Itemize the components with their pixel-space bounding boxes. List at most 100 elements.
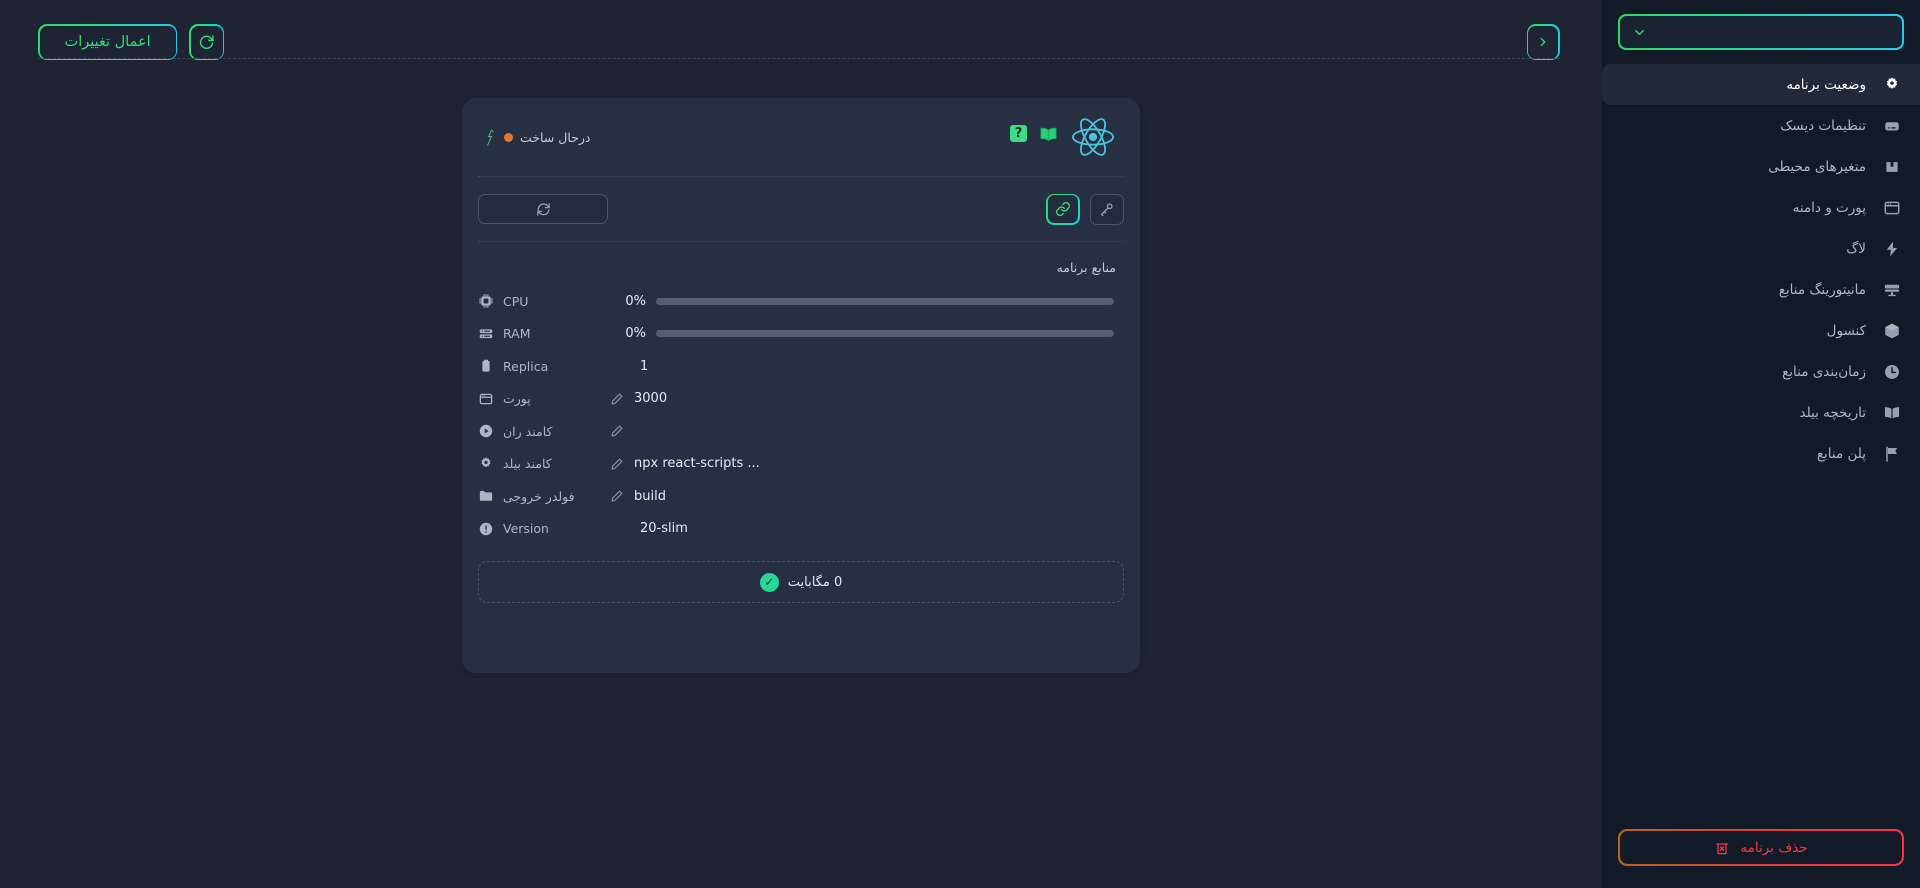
browser-icon [1882,198,1901,217]
apply-changes-button[interactable]: اعمال تغییرات [38,24,178,61]
resource-value-group: 20-slim [610,521,1124,536]
check-circle-icon: ✓ [759,572,779,592]
resource-value-group: npx react-scripts ... [610,456,1124,471]
resource-value: 1 [640,358,649,374]
resource-label-group: Replica [478,358,610,374]
replica-icon [478,358,494,374]
resource-row: 0% CPU [478,285,1124,318]
resource-row: کامند ران [478,415,1124,448]
folder-icon [478,488,494,504]
sidebar-item-label: تاریخچه بیلد [1799,404,1867,421]
build-spark-icon [484,128,497,147]
open-book-icon[interactable] [1039,126,1058,141]
branch-select[interactable] [478,194,608,224]
sidebar: وضعیت برنامه تنظیمات دیسک متغیرهای محیطی پو… [1602,0,1920,888]
edit-icon[interactable] [610,489,624,503]
resource-value-group: build [610,489,1124,504]
sidebar-item-9[interactable]: پلن منابع [1602,433,1920,474]
gear-icon [1882,75,1901,94]
sidebar-nav: وضعیت برنامه تنظیمات دیسک متغیرهای محیطی پو… [1602,64,1920,829]
resource-value-group [610,424,1124,438]
resource-row: 20-slim Version [478,513,1124,546]
question-mark-icon[interactable]: ? [1010,125,1027,142]
app-screen: اعمال تغییرات ? درحال ساخت منابع برنامه … [0,0,1920,888]
resource-label-group: Version [478,521,610,537]
sidebar-item-label: متغیرهای محیطی [1768,158,1866,175]
ram-icon [478,326,494,342]
toolbar-left-group: اعمال تغییرات [38,24,225,61]
monitor-icon [1882,280,1901,299]
refresh-icon [198,34,215,51]
app-selector-dropdown[interactable] [1618,14,1904,50]
toolbar-right-group [1526,24,1560,61]
edit-icon[interactable] [610,392,624,406]
next-panel-button[interactable] [1526,24,1560,61]
resource-progress-bar [656,330,1114,338]
resource-label: کامند ران [503,423,553,439]
sidebar-item-label: لاگ [1846,240,1866,257]
resource-label: فولدر خروجی [503,488,575,504]
delete-app-label: حذف برنامه [1740,839,1808,856]
resource-progress-bar [656,297,1114,305]
top-toolbar: اعمال تغییرات [0,0,1602,86]
play-icon [478,423,494,439]
clock-icon [1882,362,1901,381]
sidebar-item-label: مانیتورینگ منابع [1778,281,1866,298]
app-status-card: ? درحال ساخت منابع برنامه 0% CPU 0% RAM … [462,98,1140,673]
sidebar-item-5[interactable]: مانیتورینگ منابع [1602,269,1920,310]
card-action-buttons [1046,193,1124,225]
sidebar-item-label: کنسول [1826,322,1866,339]
sidebar-item-7[interactable]: زمان‌بندی منابع [1602,351,1920,392]
card-actions [462,177,1140,241]
book-icon [1882,403,1901,422]
cube-icon [1882,321,1901,340]
refresh-button[interactable] [189,24,225,61]
chevron-right-icon [1536,35,1550,49]
sidebar-item-4[interactable]: لاگ [1602,228,1920,269]
info-icon [478,521,494,537]
sidebar-item-6[interactable]: کنسول [1602,310,1920,351]
build-status-label: درحال ساخت [520,130,591,145]
flag-icon [1882,444,1901,463]
key-icon [1099,201,1115,217]
resource-value-group: 0% [610,326,1124,341]
link-button[interactable] [1046,193,1080,225]
resource-row: build فولدر خروجی [478,480,1124,513]
resource-label: پورت [503,391,531,407]
resources-rows: 0% CPU 0% RAM 1 Replica 3000 پورت کامند ران npx r… [478,285,1124,545]
apply-changes-label: اعمال تغییرات [39,25,176,59]
link-icon [1055,201,1071,217]
resource-label-group: CPU [478,293,610,309]
key-button[interactable] [1090,193,1124,225]
resource-percent: 0% [625,326,646,342]
card-header: ? درحال ساخت [462,98,1140,176]
resource-label-group: کامند بیلد [478,456,610,472]
refresh-icon [536,202,551,217]
edit-icon[interactable] [610,457,624,471]
toolbar-divider [38,58,1560,59]
sidebar-item-1[interactable]: تنظیمات دیسک [1602,105,1920,146]
build-status-dot [504,133,513,142]
resource-label: CPU [503,293,529,309]
sidebar-top [1602,0,1920,56]
sidebar-item-0[interactable]: وضعیت برنامه [1602,64,1920,105]
resources-section: منابع برنامه 0% CPU 0% RAM 1 Replica 3000 پورت ک… [462,242,1140,545]
sidebar-item-label: پلن منابع [1816,445,1866,462]
sidebar-item-2[interactable]: متغیرهای محیطی [1602,146,1920,187]
port-icon [478,391,494,407]
sidebar-item-label: پورت و دامنه [1792,199,1866,216]
resource-row: 0% RAM [478,318,1124,351]
storage-usage-box: 0 مگابایت ✓ [478,561,1124,603]
resource-value: build [634,488,666,504]
resource-label-group: RAM [478,326,610,342]
main-area: اعمال تغییرات ? درحال ساخت منابع برنامه … [0,0,1602,888]
delete-app-button[interactable]: حذف برنامه [1618,829,1904,866]
sidebar-item-label: وضعیت برنامه [1786,76,1866,93]
sidebar-item-3[interactable]: پورت و دامنه [1602,187,1920,228]
resource-label: Replica [503,358,549,374]
build-status: درحال ساخت [484,128,590,147]
disk-icon [1882,116,1901,135]
resource-label: Version [503,521,549,537]
sidebar-item-8[interactable]: تاریخچه بیلد [1602,392,1920,433]
edit-icon[interactable] [610,424,624,438]
